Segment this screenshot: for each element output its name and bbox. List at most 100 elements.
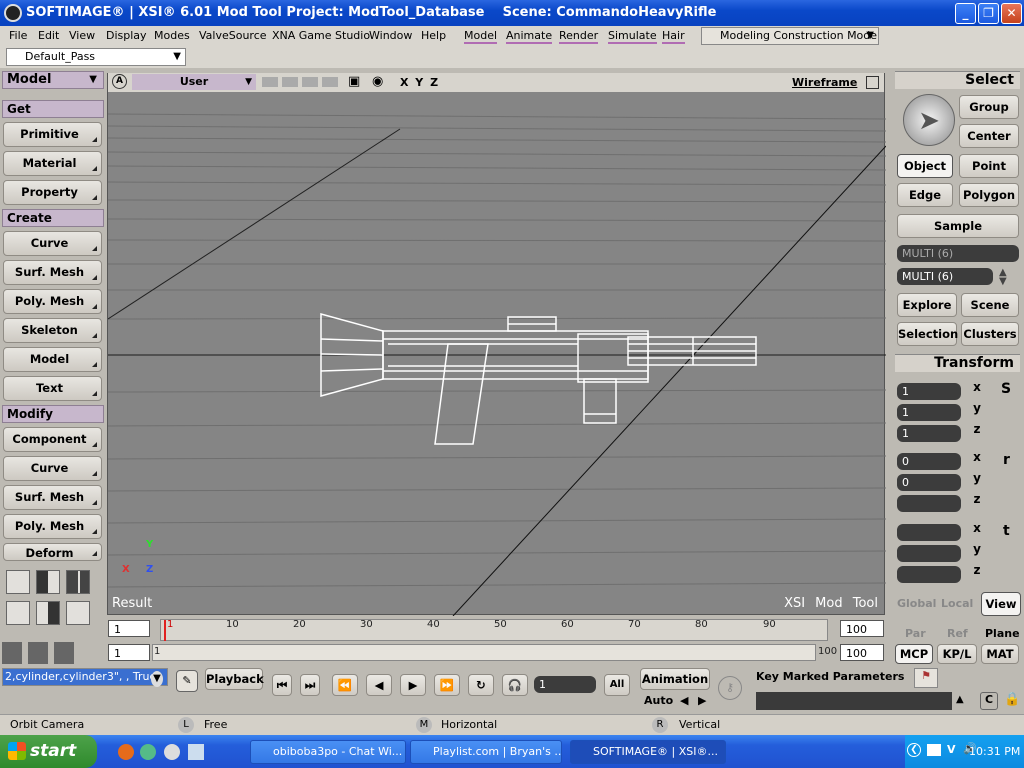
menu-window[interactable]: Window <box>369 29 412 42</box>
layout-grid-icon[interactable] <box>66 570 90 594</box>
module-animate[interactable]: Animate <box>506 29 553 44</box>
eye-icon[interactable]: ◉ <box>372 74 383 89</box>
ref-plane[interactable]: Plane <box>985 627 1020 640</box>
viewport[interactable]: Y X Z Result XSI Mod Tool <box>107 73 886 616</box>
ref-par[interactable]: Par <box>905 627 926 640</box>
modify-poly-mesh-button[interactable]: Poly. Mesh <box>3 514 102 539</box>
translate-z-field[interactable] <box>897 566 961 583</box>
tab-kpl[interactable]: KP/L <box>937 644 977 664</box>
minimize-icon[interactable]: _ <box>955 3 976 24</box>
layout-quad-icon[interactable] <box>6 570 30 594</box>
multi-arrows-icon[interactable]: ▲ ▼ <box>999 268 1007 287</box>
menu-edit[interactable]: Edit <box>38 29 59 42</box>
tab-mat[interactable]: MAT <box>981 644 1019 664</box>
key-parameters-field[interactable] <box>756 692 952 710</box>
clusters-button[interactable]: Clusters <box>961 322 1019 346</box>
lock-icon[interactable]: 🔒 <box>1004 692 1020 707</box>
timeline-end-field[interactable]: 100 <box>840 620 884 637</box>
viewport-toggle-icons[interactable] <box>262 77 342 87</box>
multi-field-2[interactable]: MULTI (6) <box>897 268 993 285</box>
layout-a-icon[interactable] <box>6 601 30 625</box>
range-start-field[interactable]: 1 <box>108 644 150 661</box>
playback-menu-button[interactable]: Playback <box>205 668 264 690</box>
timeline-start-field[interactable]: 1 <box>108 620 150 637</box>
quicklaunch-desktop-icon[interactable] <box>188 744 204 760</box>
module-model[interactable]: Model <box>464 29 498 44</box>
group-button[interactable]: Group <box>959 95 1019 119</box>
module-render[interactable]: Render <box>559 29 599 44</box>
menu-help[interactable]: Help <box>421 29 446 42</box>
pass-select[interactable]: Default_Pass ▼ <box>6 48 186 66</box>
animation-menu-button[interactable]: Animation <box>640 668 710 690</box>
center-button[interactable]: Center <box>959 124 1019 148</box>
quicklaunch-messenger-icon[interactable] <box>140 744 156 760</box>
first-frame-icon[interactable]: ⏮ <box>272 674 292 696</box>
ref-global[interactable]: Global <box>897 597 936 610</box>
tray-arrow-icon[interactable]: ❮ <box>907 743 921 757</box>
section-get[interactable]: Get <box>2 100 104 118</box>
create-model-button[interactable]: Model <box>3 347 102 372</box>
rotate-label[interactable]: r <box>1003 452 1010 468</box>
script-editor-icon[interactable]: ✎ <box>176 670 198 692</box>
scale-label[interactable]: S <box>1001 381 1011 397</box>
point-button[interactable]: Point <box>959 154 1019 178</box>
task-softimage[interactable]: SOFTIMAGE® | XSI®... <box>570 740 726 764</box>
panel-model-select[interactable]: Model ▼ <box>2 71 104 89</box>
translate-x-field[interactable] <box>897 524 961 541</box>
polygon-button[interactable]: Polygon <box>959 183 1019 207</box>
menu-valvesource[interactable]: ValveSource <box>199 29 267 42</box>
tab-mcp[interactable]: MCP <box>895 644 933 664</box>
next-step-icon[interactable]: ⏭ <box>300 674 320 696</box>
scale-y-field[interactable]: 1 <box>897 404 961 421</box>
sample-button[interactable]: Sample <box>897 214 1019 238</box>
get-primitive-button[interactable]: Primitive <box>3 122 102 147</box>
quicklaunch-media-icon[interactable] <box>164 744 180 760</box>
module-simulate[interactable]: Simulate <box>608 29 657 44</box>
translate-label[interactable]: t <box>1003 523 1010 539</box>
select-arrow-icon[interactable]: ➤ <box>903 94 955 146</box>
goto-start-icon[interactable]: ⏪ <box>332 674 358 696</box>
create-surf-mesh-button[interactable]: Surf. Mesh <box>3 260 102 285</box>
rotate-z-field[interactable] <box>897 495 961 512</box>
all-button[interactable]: All <box>604 674 630 696</box>
layout-split-icon[interactable] <box>36 570 60 594</box>
camera-select[interactable]: User ▼ <box>132 74 256 90</box>
translate-y-field[interactable] <box>897 545 961 562</box>
menu-file[interactable]: File <box>9 29 27 42</box>
range-slider[interactable] <box>152 644 816 661</box>
key-icon[interactable]: ⚷ <box>718 676 742 700</box>
quicklaunch-firefox-icon[interactable] <box>118 744 134 760</box>
prev-key-icon[interactable]: ◀ <box>680 694 688 707</box>
play-forward-icon[interactable]: ▶ <box>400 674 426 696</box>
loop-icon[interactable]: ↻ <box>468 674 494 696</box>
maximize-view-icon[interactable] <box>866 76 879 89</box>
get-property-button[interactable]: Property <box>3 180 102 205</box>
menu-modes[interactable]: Modes <box>154 29 190 42</box>
get-material-button[interactable]: Material <box>3 151 102 176</box>
current-frame-field[interactable]: 1 <box>534 676 596 693</box>
view-icons[interactable] <box>2 642 78 664</box>
key-marked-icon[interactable]: ⚑ <box>914 668 938 688</box>
edge-button[interactable]: Edge <box>897 183 953 207</box>
tray-app-icon[interactable] <box>927 744 941 756</box>
modify-surf-mesh-button[interactable]: Surf. Mesh <box>3 485 102 510</box>
play-backward-icon[interactable]: ◀ <box>366 674 392 696</box>
audio-icon[interactable]: 🎧 <box>502 674 528 696</box>
next-key-icon[interactable]: ▶ <box>698 694 706 707</box>
create-curve-button[interactable]: Curve <box>3 231 102 256</box>
construction-mode-select[interactable]: Modeling Construction Mode ▼ <box>701 27 879 45</box>
create-poly-mesh-button[interactable]: Poly. Mesh <box>3 289 102 314</box>
range-end-field[interactable]: 100 <box>840 644 884 661</box>
section-modify[interactable]: Modify <box>2 405 104 423</box>
rotate-x-field[interactable]: 0 <box>897 453 961 470</box>
layout-c-icon[interactable] <box>66 601 90 625</box>
menu-display[interactable]: Display <box>106 29 147 42</box>
display-mode-select[interactable]: Wireframe <box>792 76 857 89</box>
restore-icon[interactable]: ❐ <box>978 3 999 24</box>
layout-b-icon[interactable] <box>36 601 60 625</box>
scale-x-field[interactable]: 1 <box>897 383 961 400</box>
scene-button[interactable]: Scene <box>961 293 1019 317</box>
scale-z-field[interactable]: 1 <box>897 425 961 442</box>
ref-local[interactable]: Local <box>941 597 973 610</box>
ref-view[interactable]: View <box>981 592 1021 616</box>
